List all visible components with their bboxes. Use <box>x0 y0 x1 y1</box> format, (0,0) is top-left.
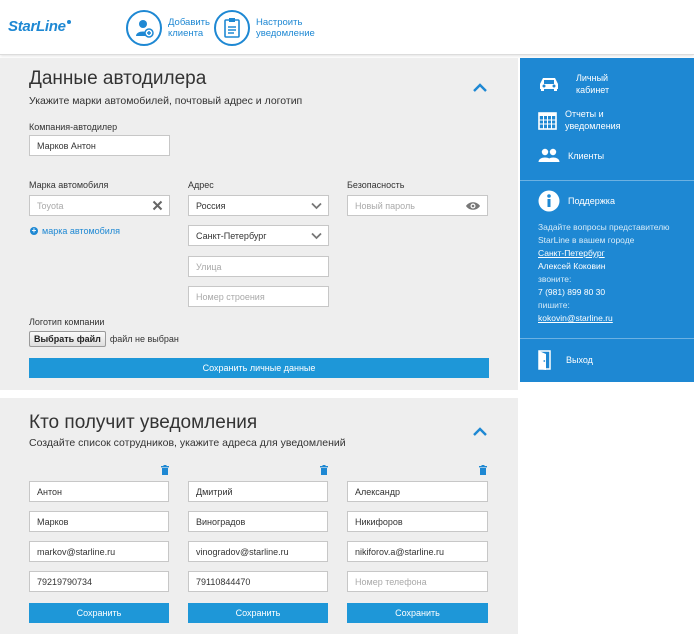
phone-field[interactable]: 79110844470 <box>188 571 328 592</box>
save-recipient-button[interactable]: Сохранить <box>188 603 328 623</box>
choose-file-button[interactable]: Выбрать файл <box>29 331 106 347</box>
dealer-data-panel: Данные автодилера Укажите марки автомоби… <box>0 58 518 390</box>
city-select[interactable]: Санкт-Петербург <box>188 225 329 246</box>
address-label: Адрес <box>188 180 214 190</box>
plus-icon: + <box>30 226 38 235</box>
door-exit-icon <box>538 350 551 370</box>
sidebar-item-clients[interactable]: Клиенты <box>538 148 604 163</box>
clear-x-icon[interactable] <box>152 200 163 211</box>
sidebar-item-support[interactable]: Поддержка <box>538 190 615 212</box>
trash-icon[interactable] <box>161 465 169 475</box>
sidebar: Личный кабинет Отчеты и уведомления Клие… <box>520 58 694 382</box>
eye-icon[interactable] <box>465 201 481 211</box>
phone-field[interactable]: Номер телефона <box>347 571 488 592</box>
email-field[interactable]: vinogradov@starline.ru <box>188 541 328 562</box>
users-icon <box>538 148 560 162</box>
first-name-field[interactable]: Антон <box>29 481 169 502</box>
email-field[interactable]: nikiforov.a@starline.ru <box>347 541 488 562</box>
country-select[interactable]: Россия <box>188 195 329 216</box>
building-field[interactable]: Номер строения <box>188 286 329 307</box>
city-value: Санкт-Петербург <box>196 230 267 241</box>
company-field[interactable]: Марков Антон <box>29 135 170 156</box>
password-field[interactable]: Новый пароль <box>347 195 488 216</box>
email-field[interactable]: markov@starline.ru <box>29 541 169 562</box>
trash-icon[interactable] <box>479 465 487 475</box>
save-personal-data-button[interactable]: Сохранить личные данные <box>29 358 489 378</box>
country-value: Россия <box>196 200 226 211</box>
dealer-subtitle: Укажите марки автомобилей, почтовый адре… <box>29 95 303 107</box>
notify-title: Кто получит уведомления <box>29 412 258 433</box>
no-file-text: файл не выбран <box>109 334 179 344</box>
support-email-link[interactable]: kokovin@starline.ru <box>538 312 613 325</box>
street-field[interactable]: Улица <box>188 256 329 277</box>
calendar-icon <box>538 111 557 130</box>
logo-label: Логотип компании <box>29 317 105 327</box>
top-header: StarLine Добавить клиента Настроить увед… <box>0 0 694 55</box>
setup-notification-label: Настроить уведомление <box>256 17 315 39</box>
sidebar-item-cabinet-label: Личный кабинет <box>576 73 610 95</box>
last-name-field[interactable]: Никифоров <box>347 511 488 532</box>
support-write-label: пишите: <box>538 300 570 310</box>
dealer-title: Данные автодилера <box>29 68 207 89</box>
add-brand-link[interactable]: + марка автомобиля <box>30 226 120 236</box>
support-phone: 7 (981) 899 80 30 <box>538 287 606 297</box>
dropdown-arrow-icon <box>311 232 322 240</box>
first-name-field[interactable]: Дмитрий <box>188 481 328 502</box>
user-plus-icon <box>126 10 162 46</box>
sidebar-item-logout-label: Выход <box>566 355 593 365</box>
brand-field[interactable]: Toyota <box>29 195 170 216</box>
support-call-label: звоните: <box>538 274 572 284</box>
sidebar-item-logout[interactable]: Выход <box>538 350 593 370</box>
sidebar-divider <box>520 180 694 181</box>
last-name-field[interactable]: Виноградов <box>188 511 328 532</box>
info-icon <box>538 190 560 212</box>
chevron-up-icon[interactable] <box>472 427 488 437</box>
support-city-link[interactable]: Санкт-Петербург <box>538 247 605 260</box>
support-text-2: StarLine в вашем городе <box>538 235 635 245</box>
security-label: Безопасность <box>347 180 405 190</box>
phone-field[interactable]: 79219790734 <box>29 571 169 592</box>
brand-value: Toyota <box>37 200 64 211</box>
last-name-field[interactable]: Марков <box>29 511 169 532</box>
starline-logo[interactable]: StarLine <box>8 18 71 35</box>
notification-recipients-panel: Кто получит уведомления Создайте список … <box>0 398 518 634</box>
support-text-1: Задайте вопросы представителю <box>538 222 670 232</box>
add-brand-label: марка автомобиля <box>42 226 120 236</box>
support-person: Алексей Коковин <box>538 261 606 271</box>
logo-file-input: Выбрать файл файл не выбран <box>29 331 179 347</box>
sidebar-item-cabinet[interactable]: Личный кабинет <box>538 72 624 96</box>
clipboard-icon <box>214 10 250 46</box>
trash-icon[interactable] <box>320 465 328 475</box>
notify-subtitle: Создайте список сотрудников, укажите адр… <box>29 437 346 449</box>
sidebar-divider <box>520 338 694 339</box>
setup-notification-button[interactable]: Настроить уведомление <box>214 10 326 46</box>
car-icon <box>540 78 558 91</box>
sidebar-item-reports-label: Отчеты и уведомления <box>565 109 621 131</box>
logo-text: StarLine <box>8 18 66 35</box>
sidebar-item-reports[interactable]: Отчеты и уведомления <box>538 108 627 132</box>
page: StarLine Добавить клиента Настроить увед… <box>0 0 694 637</box>
save-recipient-button[interactable]: Сохранить <box>347 603 488 623</box>
password-placeholder: Новый пароль <box>355 200 415 211</box>
chevron-up-icon[interactable] <box>472 83 488 93</box>
first-name-field[interactable]: Александр <box>347 481 488 502</box>
sidebar-item-support-label: Поддержка <box>568 196 615 206</box>
brand-label: Марка автомобиля <box>29 180 109 190</box>
dropdown-arrow-icon <box>311 202 322 210</box>
save-recipient-button[interactable]: Сохранить <box>29 603 169 623</box>
sidebar-item-clients-label: Клиенты <box>568 150 605 161</box>
company-label: Компания-автодилер <box>29 122 118 132</box>
